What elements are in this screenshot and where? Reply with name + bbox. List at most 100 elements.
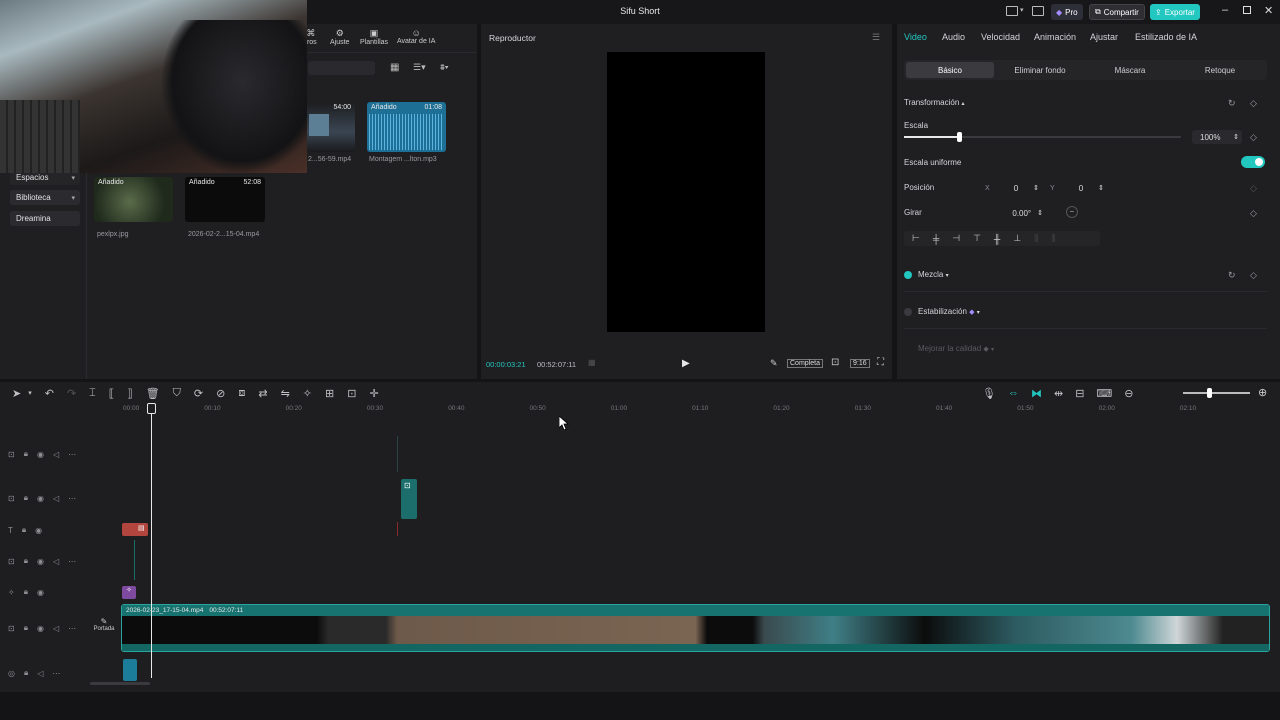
share-button[interactable]: ⧉ Compartir <box>1089 4 1145 20</box>
align-left-icon[interactable]: ⊢ <box>912 233 920 244</box>
eye-icon[interactable]: ◉ <box>37 450 44 459</box>
media-item[interactable]: Añadido <box>94 177 173 222</box>
eye-icon[interactable]: ◉ <box>37 557 44 566</box>
crop-frame-icon[interactable]: ⊞ <box>325 387 334 400</box>
reset-icon[interactable]: ↻ <box>1228 270 1236 281</box>
tab-velocidad[interactable]: Velocidad <box>981 32 1020 42</box>
stepper-icon[interactable]: ⇕ <box>1098 184 1104 192</box>
distribute-v-icon[interactable]: ⫼ <box>1051 233 1055 244</box>
ratio-button[interactable]: 9:16 <box>850 359 870 368</box>
lock-icon[interactable]: 🔒︎ <box>24 668 28 678</box>
caption-icon[interactable]: ⌨ <box>1096 387 1112 400</box>
keyframe-icon[interactable]: ◇ <box>1250 98 1257 109</box>
magic-icon[interactable]: ✧ <box>303 387 312 400</box>
chevron-down-icon[interactable]: ▾ <box>1020 6 1024 14</box>
more-icon[interactable]: ⋯ <box>52 669 60 678</box>
undo-icon[interactable]: ↶ <box>45 387 54 400</box>
main-video-clip[interactable]: 2026-02-23_17-15-04.mp4 00:52:07:11 <box>121 604 1270 652</box>
mirror-icon[interactable]: ⇋ <box>281 387 290 400</box>
zoom-slider[interactable] <box>1183 388 1250 398</box>
lock-icon[interactable]: 🔒︎ <box>24 587 28 597</box>
rotate-field[interactable]: 0.00° ⇕ <box>985 206 1043 220</box>
play-icon[interactable]: ▶ <box>682 358 690 369</box>
subtab-retoque[interactable]: Retoque <box>1176 62 1264 78</box>
mark-icon[interactable]: ⛉ <box>173 387 181 400</box>
tab-video[interactable]: Video <box>904 32 927 42</box>
magnet-icon[interactable]: ⧓ <box>1031 387 1042 400</box>
toolbar-item-ajuste[interactable]: ⚙ Ajuste <box>330 28 349 46</box>
stepper-icon[interactable]: ⇕ <box>1037 209 1043 217</box>
export-button[interactable]: ⇪ Exportar <box>1150 4 1200 20</box>
distribute-h-icon[interactable]: ⫼ <box>1034 233 1038 244</box>
redo-icon[interactable]: ↷ <box>67 387 76 400</box>
subtab-basico[interactable]: Básico <box>906 62 994 78</box>
sidebar-item-biblioteca[interactable]: Biblioteca ▾ <box>10 190 80 205</box>
minimize-icon[interactable]: – <box>1222 4 1228 16</box>
scale-slider-track[interactable] <box>904 132 1181 142</box>
media-item[interactable]: Añadido 01:08 <box>367 102 446 152</box>
trim-right-icon[interactable]: ⟧ <box>127 387 132 400</box>
keyboard-icon[interactable] <box>1032 6 1044 16</box>
media-item[interactable]: 54:00 <box>306 102 355 152</box>
tab-animacion[interactable]: Animación <box>1034 32 1076 42</box>
lock-icon[interactable]: 🔒︎ <box>24 623 28 633</box>
align-right-icon[interactable]: ⊣ <box>952 233 960 244</box>
chevron-down-icon[interactable]: ▾ <box>28 389 32 397</box>
effect-clip[interactable]: ✧ <box>122 586 136 599</box>
more-icon[interactable]: ⋯ <box>68 624 76 633</box>
eye-icon[interactable]: ◉ <box>37 588 44 597</box>
speaker-icon[interactable]: ◁ <box>53 450 59 459</box>
trim-left-icon[interactable]: ⟦ <box>109 387 114 400</box>
video-preview[interactable] <box>607 52 765 332</box>
text-clip[interactable]: ▤ <box>122 523 148 536</box>
tab-ajustar[interactable]: Ajustar <box>1090 32 1118 42</box>
split-icon[interactable]: ⌶ <box>89 387 96 400</box>
timeline-scrollbar[interactable] <box>90 682 150 685</box>
scale-value-field[interactable]: 100% ⇕ <box>1192 130 1242 144</box>
stepper-icon[interactable]: ⇕ <box>1033 184 1039 192</box>
blend-label[interactable]: Mezcla ▾ <box>918 270 949 279</box>
lock-icon[interactable]: 🔒︎ <box>24 449 28 459</box>
search-input[interactable] <box>308 61 375 75</box>
lock-icon[interactable]: 🔒︎ <box>24 493 28 503</box>
keyframe-icon[interactable]: ◇ <box>1250 183 1257 194</box>
uniform-scale-toggle[interactable] <box>1241 156 1265 168</box>
pro-button[interactable]: ◆ Pro <box>1051 4 1083 20</box>
quality-button[interactable]: Completa <box>787 359 823 368</box>
toolbar-item-plantillas[interactable]: ▣ Plantillas <box>360 28 388 46</box>
subtab-mascara[interactable]: Máscara <box>1086 62 1174 78</box>
sort-icon[interactable]: ☰▾ <box>413 62 426 73</box>
zoom-in-icon[interactable]: ⊕ <box>1258 386 1267 399</box>
focus-icon[interactable]: ⊡ <box>831 357 839 368</box>
align-center-v-icon[interactable]: ╫ <box>994 234 1000 244</box>
link-icon[interactable]: ⇔ <box>1008 387 1019 399</box>
align-top-icon[interactable]: ⊤ <box>973 233 981 244</box>
snap-icon[interactable]: ⇹ <box>1054 387 1063 400</box>
freeze-icon[interactable]: ⧈ <box>238 387 245 400</box>
lock-icon[interactable]: 🔒︎ <box>24 556 28 566</box>
keyframe-icon[interactable]: ◇ <box>1250 270 1257 281</box>
rotate-dial-icon[interactable]: – <box>1066 206 1078 218</box>
audio-clip[interactable] <box>123 659 137 681</box>
tab-estilizado-ia[interactable]: Estilizado de IA <box>1135 32 1197 42</box>
scale-slider-knob[interactable] <box>957 132 963 142</box>
clip-small[interactable]: ⊡ <box>401 479 417 519</box>
eye-icon[interactable]: ◉ <box>37 494 44 503</box>
layout-icon[interactable] <box>1006 6 1018 16</box>
preview-icon[interactable]: ⊟ <box>1075 387 1084 400</box>
tab-audio[interactable]: Audio <box>942 32 965 42</box>
menu-icon[interactable]: ☰ <box>872 32 880 43</box>
grid-icon[interactable]: ▦ <box>588 358 596 367</box>
zoom-out-icon[interactable]: ⊖ <box>1124 387 1133 400</box>
keyframe-icon[interactable]: ◇ <box>1250 132 1257 143</box>
filter-icon[interactable]: ⩩▾ <box>440 62 449 73</box>
blend-checkbox[interactable] <box>904 271 912 279</box>
cursor-icon[interactable]: ➤ <box>12 387 21 400</box>
delete-icon[interactable]: 🗑 <box>146 387 160 400</box>
pos-x-field[interactable]: X 0 ⇕ <box>985 181 1045 195</box>
stabilize-checkbox[interactable] <box>904 308 912 316</box>
speaker-icon[interactable]: ◁ <box>53 624 59 633</box>
image-icon[interactable]: ⊡ <box>347 387 356 400</box>
more-icon[interactable]: ⋯ <box>68 450 76 459</box>
sidebar-item-dreamina[interactable]: Dreamina <box>10 211 80 226</box>
